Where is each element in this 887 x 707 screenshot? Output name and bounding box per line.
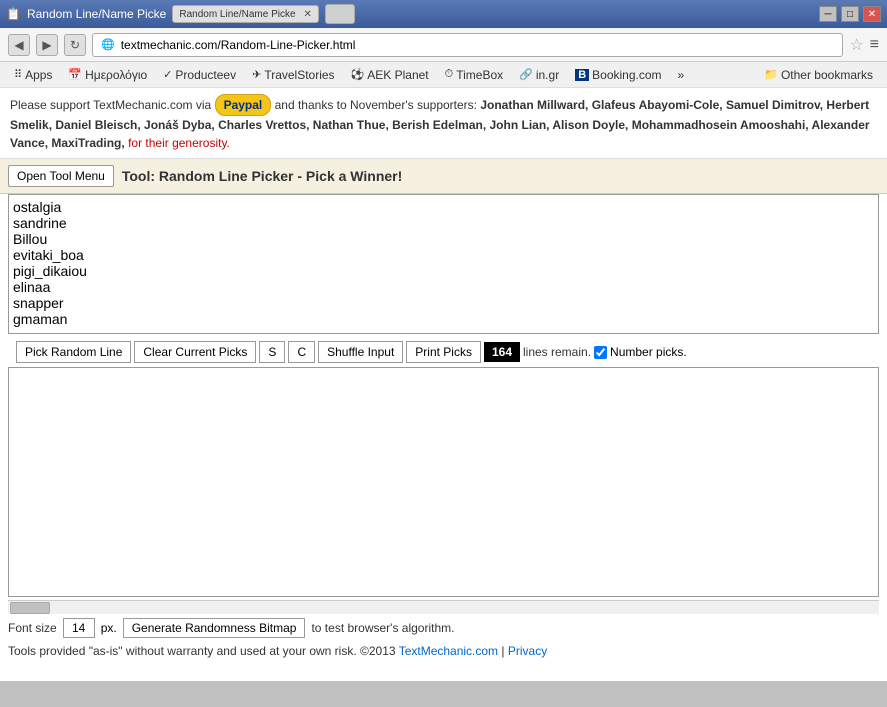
paypal-btn[interactable]: Paypal	[215, 94, 272, 116]
minimize-btn[interactable]: ─	[819, 6, 837, 22]
support-middle: and thanks to November's supporters:	[275, 98, 481, 112]
bookmark-aekplanet[interactable]: ⚽ AEK Planet	[345, 66, 435, 84]
bookmark-hmerologio-label: Ημερολόγιο	[85, 68, 147, 82]
booking-icon: B	[575, 69, 589, 81]
title-bar-controls: ─ □ ✕	[819, 6, 881, 22]
support-prefix: Please support TextMechanic.com via	[10, 98, 211, 112]
browser-toolbar: ◀ ▶ ↻ 🌐 ☆ ≡	[0, 28, 887, 62]
bookmark-ingr-label: in.gr	[536, 68, 559, 82]
shuffle-btn[interactable]: Shuffle Input	[318, 341, 403, 363]
bookmark-travelstories-label: TravelStories	[264, 68, 334, 82]
footer-separator: |	[501, 644, 504, 658]
other-bookmarks-icon: 📁	[764, 68, 778, 81]
controls-bar: Pick Random Line Clear Current Picks S C…	[8, 337, 879, 367]
browser-menu-btn[interactable]: ≡	[870, 36, 879, 54]
bookmark-booking-label: Booking.com	[592, 68, 661, 82]
refresh-btn[interactable]: ↻	[64, 34, 86, 56]
pick-random-btn[interactable]: Pick Random Line	[16, 341, 131, 363]
tab-close-area: Random Line/Name Picke ✕	[172, 5, 319, 23]
title-bar-icon: 📋	[6, 7, 21, 21]
test-text: to test browser's algorithm.	[311, 621, 454, 635]
bottom-area: Font size px. Generate Randomness Bitmap…	[0, 614, 887, 642]
bookmark-producteev[interactable]: ✓ Producteev	[157, 66, 242, 84]
bookmark-timebox-label: TimeBox	[456, 68, 503, 82]
page-body: Please support TextMechanic.com via Payp…	[0, 88, 887, 681]
apps-icon: ⠿	[14, 68, 22, 81]
clear-picks-btn[interactable]: Clear Current Picks	[134, 341, 256, 363]
bookmark-star[interactable]: ☆	[849, 35, 863, 55]
output-textarea[interactable]	[8, 367, 879, 597]
hscroll-thumb[interactable]	[10, 602, 50, 614]
travelstories-icon: ✈	[252, 68, 261, 81]
bookmark-more-label: »	[678, 68, 685, 82]
bookmark-ingr[interactable]: 🔗 in.gr	[513, 66, 565, 84]
s-btn[interactable]: S	[259, 341, 285, 363]
title-bar-left: 📋 Random Line/Name Picke Random Line/Nam…	[6, 4, 355, 24]
textmechanic-link[interactable]: TextMechanic.com	[399, 644, 498, 658]
producteev-icon: ✓	[163, 68, 172, 81]
font-size-input[interactable]	[63, 618, 95, 638]
bookmarks-bar: ⠿ Apps 📅 Ημερολόγιο ✓ Producteev ✈ Trave…	[0, 62, 887, 88]
footer-text: Tools provided "as-is" without warranty …	[8, 644, 396, 658]
support-section: Please support TextMechanic.com via Payp…	[0, 88, 887, 159]
tab-label-inner: Random Line/Name Picke	[179, 9, 295, 20]
address-bar[interactable]: 🌐	[92, 33, 843, 57]
count-display: 164	[484, 342, 520, 362]
generosity-text: for their generosity.	[128, 136, 230, 150]
gen-bitmap-btn[interactable]: Generate Randomness Bitmap	[123, 618, 306, 638]
bookmark-hmerologio[interactable]: 📅 Ημερολόγιο	[62, 66, 153, 84]
timebox-icon: ⏱	[445, 68, 454, 81]
address-input[interactable]	[121, 38, 835, 52]
bookmark-more[interactable]: »	[672, 66, 691, 84]
number-picks-checkbox[interactable]	[594, 346, 607, 359]
title-bar-text: Random Line/Name Picke	[27, 7, 166, 21]
number-picks-label: Number picks.	[610, 345, 687, 359]
hscroll-bar[interactable]	[8, 600, 879, 614]
output-wrap	[8, 367, 879, 600]
privacy-link[interactable]: Privacy	[508, 644, 547, 658]
tool-title: Tool: Random Line Picker - Pick a Winner…	[122, 168, 402, 184]
bookmark-apps[interactable]: ⠿ Apps	[8, 66, 58, 84]
bookmark-producteev-label: Producteev	[175, 68, 236, 82]
bookmark-apps-label: Apps	[25, 68, 52, 82]
bookmark-aekplanet-label: AEK Planet	[367, 68, 428, 82]
close-btn[interactable]: ✕	[863, 6, 881, 22]
bookmark-booking[interactable]: B Booking.com	[569, 66, 667, 84]
remain-text: lines remain.	[523, 345, 591, 359]
new-tab-btn[interactable]	[325, 4, 355, 24]
open-tool-menu-btn[interactable]: Open Tool Menu	[8, 165, 114, 187]
footer: Tools provided "as-is" without warranty …	[0, 642, 887, 660]
back-btn[interactable]: ◀	[8, 34, 30, 56]
bookmark-timebox[interactable]: ⏱ TimeBox	[439, 66, 510, 84]
c-btn[interactable]: C	[288, 341, 315, 363]
font-size-unit: px.	[101, 621, 117, 635]
hmerologio-icon: 📅	[68, 68, 82, 81]
maximize-btn[interactable]: □	[841, 6, 859, 22]
title-bar: 📋 Random Line/Name Picke Random Line/Nam…	[0, 0, 887, 28]
address-icon: 🌐	[101, 38, 115, 51]
tool-header: Open Tool Menu Tool: Random Line Picker …	[0, 159, 887, 194]
input-wrap: ostalgia sandrine Billou evitaki_boa pig…	[8, 194, 879, 337]
bookmark-other[interactable]: 📁 Other bookmarks	[758, 66, 879, 84]
bookmark-other-label: Other bookmarks	[781, 68, 873, 82]
bookmark-travelstories[interactable]: ✈ TravelStories	[246, 66, 340, 84]
number-picks-area: Number picks.	[594, 345, 687, 359]
main-area: ostalgia sandrine Billou evitaki_boa pig…	[0, 194, 887, 614]
font-size-label: Font size	[8, 621, 57, 635]
tab-close-btn[interactable]: ✕	[304, 9, 312, 20]
forward-btn[interactable]: ▶	[36, 34, 58, 56]
ingr-icon: 🔗	[519, 68, 533, 81]
print-picks-btn[interactable]: Print Picks	[406, 341, 481, 363]
aekplanet-icon: ⚽	[351, 68, 365, 81]
input-textarea[interactable]: ostalgia sandrine Billou evitaki_boa pig…	[8, 194, 879, 334]
